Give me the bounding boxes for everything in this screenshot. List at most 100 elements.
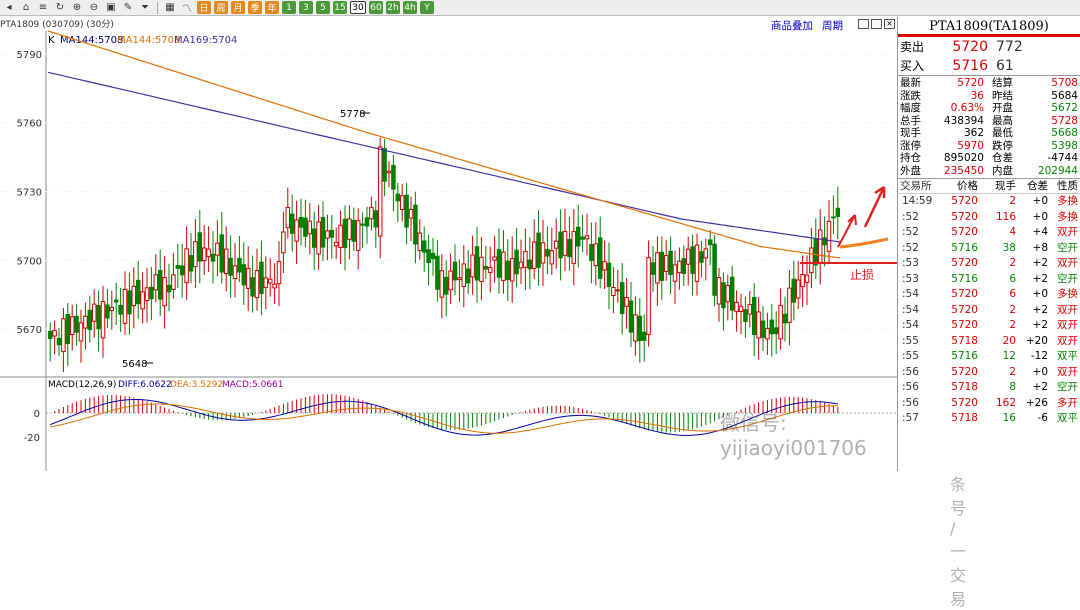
window-icon[interactable]: ▣: [104, 1, 118, 14]
candle-body: [760, 320, 766, 338]
period-button-5[interactable]: 5: [316, 1, 330, 14]
period-button-30[interactable]: 30: [350, 1, 366, 14]
line-chart-icon[interactable]: 〽: [180, 1, 194, 15]
period-button-3[interactable]: 3: [299, 1, 313, 14]
tick-row[interactable]: :56 5720 162 +26 多开: [898, 396, 1080, 412]
candle-body: [263, 277, 269, 289]
candle-body: [813, 238, 819, 266]
period-button-60[interactable]: 60: [369, 1, 383, 14]
tick-row[interactable]: :52 5716 38 +8 空开: [898, 241, 1080, 257]
period-button-15[interactable]: 15: [333, 1, 347, 14]
stat-row: 外盘 235450 内盘 202944: [898, 165, 1080, 178]
candle-body: [364, 217, 370, 227]
back-icon[interactable]: ◂: [2, 1, 16, 14]
candle-body: [778, 305, 783, 340]
tick-row[interactable]: :56 5718 8 +2 空开: [898, 380, 1080, 396]
tick-price: 5720: [951, 195, 978, 207]
tick-nature: 空开: [1057, 381, 1078, 393]
candle-body: [421, 240, 427, 253]
candle-body: [637, 315, 643, 342]
candle-body: [690, 246, 695, 274]
candle-body: [782, 313, 788, 324]
candle-body: [373, 210, 379, 228]
period-button-日[interactable]: 日: [197, 1, 211, 14]
home-icon[interactable]: ⌂: [19, 1, 33, 14]
period-button-月[interactable]: 月: [231, 1, 245, 14]
tick-row[interactable]: :54 5720 6 +0 多换: [898, 287, 1080, 303]
candle-body: [597, 237, 603, 279]
tick-list[interactable]: 交易所 价格 现手 仓差 性质 14:59 5720 2 +0 多换:52 5720 116 +0 多换…: [898, 179, 1080, 427]
stat-label: 涨跌: [900, 89, 921, 102]
candle-body: [342, 218, 348, 249]
candle-body: [360, 223, 365, 226]
candle-body: [602, 261, 607, 271]
chart-area[interactable]: PTA1809 (030709) (30分) 商品叠加 周期 × 5790 576…: [0, 17, 966, 609]
candle-body: [338, 224, 343, 248]
period-button-年[interactable]: 年: [265, 1, 279, 14]
grid-icon[interactable]: ▦: [163, 1, 177, 14]
candle-body: [703, 248, 709, 259]
candle-body: [531, 241, 537, 269]
tick-price: 5720: [951, 257, 978, 269]
candle-body: [646, 257, 651, 335]
y-tick-label: 5760: [17, 119, 42, 130]
tick-volume: 8: [1009, 381, 1016, 393]
tick-column-header: 性质: [1057, 180, 1078, 192]
tick-nature: 双开: [1057, 257, 1078, 269]
candle-body: [232, 265, 238, 280]
low-price-label: 5648: [122, 359, 147, 370]
tick-oi-change: +0: [1032, 195, 1048, 207]
tick-time: 14:59: [902, 195, 933, 207]
period-button-4h[interactable]: 4h: [403, 1, 417, 14]
tick-price: 5720: [951, 210, 978, 223]
tick-row[interactable]: :52 5720 116 +0 多换: [898, 210, 1080, 226]
tick-price: 5720: [951, 365, 978, 378]
ask-label: 卖出: [900, 40, 925, 54]
period-button-季[interactable]: 季: [248, 1, 262, 14]
stat-value: 362: [963, 127, 984, 139]
macd-title: MACD(12,26,9): [48, 380, 116, 390]
candle-body: [747, 304, 753, 315]
candle-body: [593, 243, 599, 267]
list-icon[interactable]: ≡: [36, 1, 50, 14]
candle-body: [197, 232, 203, 262]
period-button-1[interactable]: 1: [282, 1, 296, 14]
tick-row[interactable]: :54 5720 2 +2 双开: [898, 303, 1080, 319]
tick-column-header: 现手: [995, 180, 1016, 192]
stat-row: 现手 362 最低 5668: [898, 127, 1080, 140]
refresh-icon[interactable]: ↻: [53, 1, 67, 14]
candle-body: [487, 266, 493, 273]
tick-row[interactable]: :57 5718 16 -6 双平: [898, 411, 1080, 427]
candle-body: [215, 242, 220, 256]
candle-body: [694, 244, 700, 282]
funnel-icon[interactable]: ⏷: [138, 1, 152, 14]
tick-row[interactable]: :52 5720 4 +4 双开: [898, 225, 1080, 241]
tick-time: :52: [902, 210, 919, 223]
period-button-2h[interactable]: 2h: [386, 1, 400, 14]
tick-row[interactable]: :53 5720 2 +2 双开: [898, 256, 1080, 272]
tick-row[interactable]: :53 5716 6 +2 空开: [898, 272, 1080, 288]
zoom-out-icon[interactable]: ⊖: [87, 1, 101, 14]
tick-row[interactable]: 14:59 5720 2 +0 多换: [898, 194, 1080, 210]
stat-value: 438394: [943, 114, 984, 127]
tick-volume: 6: [1009, 272, 1016, 285]
tick-row[interactable]: :56 5720 2 +0 双开: [898, 365, 1080, 381]
period-button-周[interactable]: 周: [214, 1, 228, 14]
zoom-in-icon[interactable]: ⊕: [70, 1, 84, 14]
tick-oi-change: -6: [1037, 412, 1048, 424]
tick-row[interactable]: :55 5716 12 -12 双平: [898, 349, 1080, 365]
up-arrow-large: [863, 185, 886, 228]
period-button-Y[interactable]: Y: [420, 1, 434, 14]
candle-body: [575, 226, 581, 247]
pen-icon[interactable]: ✎: [121, 1, 135, 14]
tick-oi-change: +2: [1032, 257, 1048, 269]
tick-row[interactable]: :54 5720 2 +2 双开: [898, 318, 1080, 334]
candle-body: [641, 331, 647, 341]
candle-body: [461, 263, 467, 287]
candle-body: [606, 262, 612, 287]
tick-row[interactable]: :55 5718 20 +20 双开: [898, 334, 1080, 350]
tick-oi-change: +2: [1032, 272, 1048, 285]
watermark-toutiao: 头条号 / 一交易: [950, 451, 967, 609]
candle-body: [804, 274, 810, 283]
candle-body: [562, 230, 568, 256]
